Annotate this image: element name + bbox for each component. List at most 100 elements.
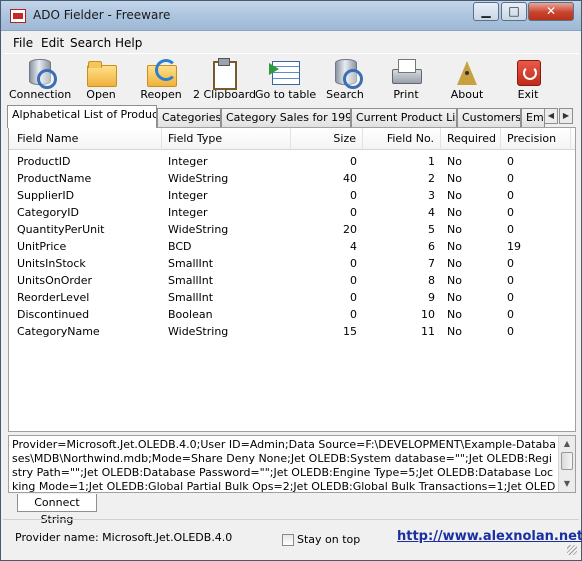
grid-body: ProductID Integer 0 1 No 0 ProductName WideStri…	[9, 153, 575, 340]
connect-string-text[interactable]: Provider=Microsoft.Jet.OLEDB.4.0;User ID…	[12, 438, 557, 492]
required-cell: No	[447, 291, 462, 304]
precision-cell: 0	[507, 291, 514, 304]
field-no-cell: 9	[428, 291, 435, 304]
provider-name-label: Provider name: Microsoft.Jet.OLEDB.4.0	[15, 531, 233, 544]
reopen-label: Reopen	[140, 88, 182, 101]
size-cell: 0	[350, 206, 357, 219]
precision-cell: 0	[507, 257, 514, 270]
scroll-thumb[interactable]	[561, 452, 573, 470]
menu-edit[interactable]: Edit	[41, 36, 64, 50]
precision-cell: 0	[507, 274, 514, 287]
printer-icon	[390, 57, 422, 87]
connect-string-scrollbar[interactable]: ▲ ▼	[558, 436, 575, 492]
field-name-cell: ReorderLevel	[17, 291, 90, 304]
precision-cell: 0	[507, 155, 514, 168]
tab-scroll-left-icon[interactable]: ◀	[544, 108, 558, 124]
required-cell: No	[447, 172, 462, 185]
field-no-cell: 7	[428, 257, 435, 270]
tab-category-sales-for-1997[interactable]: Category Sales for 1997	[221, 108, 351, 127]
toolbar: Connection Open Reopen 2 Clipboard Go to…	[3, 53, 579, 103]
menu-file[interactable]: File	[13, 36, 33, 50]
stay-on-top-checkbox[interactable]	[282, 534, 294, 546]
title-bar[interactable]: ADO Fielder - Freeware ▁ □ ✕	[1, 1, 581, 31]
minimize-button[interactable]: ▁	[473, 2, 499, 21]
field-name-cell: QuantityPerUnit	[17, 223, 105, 236]
table-row[interactable]: Discontinued Boolean 0 10 No 0	[9, 306, 575, 323]
tab-connect-string[interactable]: Connect String	[17, 494, 97, 526]
resize-grip-icon[interactable]	[567, 545, 577, 555]
precision-cell: 0	[507, 308, 514, 321]
about-button[interactable]: About	[437, 57, 497, 103]
table-row[interactable]: SupplierID Integer 0 3 No 0	[9, 187, 575, 204]
window-title: ADO Fielder - Freeware	[33, 8, 171, 22]
table-row[interactable]: CategoryID Integer 0 4 No 0	[9, 204, 575, 221]
field-no-cell: 8	[428, 274, 435, 287]
scroll-up-icon[interactable]: ▲	[560, 437, 574, 451]
tab-categories[interactable]: Categories	[157, 108, 221, 127]
database-search-icon	[23, 57, 57, 89]
exit-label: Exit	[517, 88, 539, 101]
size-cell: 0	[350, 257, 357, 270]
search-database-icon	[329, 57, 363, 89]
table-row[interactable]: UnitsInStock SmallInt 0 7 No 0	[9, 255, 575, 272]
column-header-required[interactable]: Required	[441, 128, 501, 150]
table-row[interactable]: ReorderLevel SmallInt 0 9 No 0	[9, 289, 575, 306]
column-header-field-name[interactable]: Field Name	[11, 128, 162, 150]
column-header-precision[interactable]: Precision	[501, 128, 571, 150]
field-no-cell: 5	[428, 223, 435, 236]
open-button[interactable]: Open	[71, 57, 131, 103]
table-row[interactable]: ProductName WideString 40 2 No 0	[9, 170, 575, 187]
tab-customers[interactable]: Customers	[457, 108, 521, 127]
table-row[interactable]: UnitsOnOrder SmallInt 0 8 No 0	[9, 272, 575, 289]
menu-help[interactable]: Help	[115, 36, 142, 50]
table-row[interactable]: ProductID Integer 0 1 No 0	[9, 153, 575, 170]
table-row[interactable]: UnitPrice BCD 4 6 No 19	[9, 238, 575, 255]
scroll-down-icon[interactable]: ▼	[560, 477, 574, 491]
menu-search[interactable]: Search	[70, 36, 111, 50]
field-type-cell: Boolean	[168, 308, 213, 321]
tab-alphabetical-list-of-products[interactable]: Alphabetical List of Products	[7, 105, 157, 128]
field-type-cell: Integer	[168, 206, 208, 219]
connection-button[interactable]: Connection	[9, 57, 72, 103]
required-cell: No	[447, 240, 462, 253]
about-label: About	[450, 88, 484, 101]
connection-label: Connection	[9, 88, 72, 101]
print-button[interactable]: Print	[376, 57, 436, 103]
size-cell: 0	[350, 291, 357, 304]
field-no-cell: 2	[428, 172, 435, 185]
table-row[interactable]: CategoryName WideString 15 11 No 0	[9, 323, 575, 340]
size-cell: 0	[350, 155, 357, 168]
reopen-button[interactable]: Reopen	[131, 57, 191, 103]
search-button[interactable]: Search	[315, 57, 375, 103]
print-label: Print	[393, 88, 419, 101]
website-link[interactable]: http://www.alexnolan.net	[397, 529, 582, 544]
field-name-cell: Discontinued	[17, 308, 90, 321]
column-header-field-no[interactable]: Field No.	[363, 128, 441, 150]
field-no-cell: 4	[428, 206, 435, 219]
stay-on-top-label[interactable]: Stay on top	[297, 533, 360, 546]
exit-button[interactable]: Exit	[498, 57, 558, 103]
table-tabs: Alphabetical List of Products Categories…	[7, 105, 577, 128]
maximize-button[interactable]: □	[501, 2, 527, 21]
required-cell: No	[447, 274, 462, 287]
connect-string-box[interactable]: Provider=Microsoft.Jet.OLEDB.4.0;User ID…	[8, 435, 576, 493]
table-row[interactable]: QuantityPerUnit WideString 20 5 No 0	[9, 221, 575, 238]
go-to-table-button[interactable]: Go to table	[255, 57, 316, 103]
column-header-field-type[interactable]: Field Type	[162, 128, 291, 150]
fields-grid[interactable]: Field Name Field Type Size Field No. Req…	[8, 127, 576, 432]
field-type-cell: SmallInt	[168, 291, 214, 304]
close-button[interactable]: ✕	[528, 2, 574, 21]
clipboard-button[interactable]: 2 Clipboard	[193, 57, 256, 103]
size-cell: 4	[350, 240, 357, 253]
precision-cell: 0	[507, 223, 514, 236]
required-cell: No	[447, 308, 462, 321]
field-no-cell: 3	[428, 189, 435, 202]
tab-scroll-right-icon[interactable]: ▶	[559, 108, 573, 124]
tab-em[interactable]: Em	[521, 108, 545, 127]
precision-cell: 0	[507, 206, 514, 219]
open-label: Open	[86, 88, 116, 101]
field-name-cell: CategoryID	[17, 206, 79, 219]
tab-current-product-list[interactable]: Current Product List	[351, 108, 457, 127]
compass-icon	[451, 57, 483, 87]
column-header-size[interactable]: Size	[291, 128, 363, 150]
